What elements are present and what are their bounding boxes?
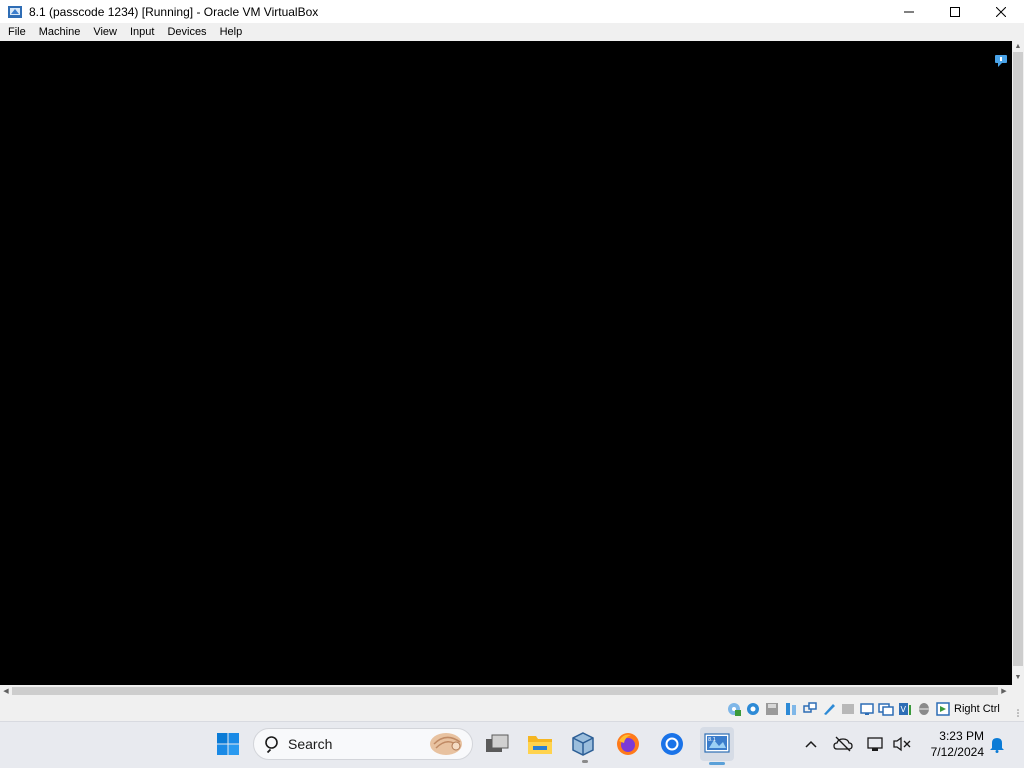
hard-disk-icon[interactable] [859, 701, 875, 717]
menu-view[interactable]: View [88, 23, 122, 41]
maximize-button[interactable] [932, 0, 978, 23]
file-explorer-icon [528, 736, 552, 754]
file-explorer-button[interactable] [523, 727, 557, 761]
optical-drive-icon[interactable] [726, 701, 742, 717]
maximize-icon [950, 6, 960, 17]
chrome-button[interactable] [655, 727, 689, 761]
minimize-icon [904, 11, 914, 12]
menubar: File Machine View Input Devices Help [0, 23, 1024, 41]
scroll-down-arrow-icon[interactable]: ▼ [1012, 672, 1024, 683]
task-view-icon [486, 734, 509, 752]
search-icon [265, 736, 278, 753]
window-titlebar[interactable]: 8.1 (passcode 1234) [Running] - Oracle V… [0, 0, 1024, 23]
task-view-button[interactable] [480, 727, 514, 761]
status-indicators: V [726, 701, 951, 717]
clock-date: 7/12/2024 [930, 745, 984, 759]
horizontal-scroll-thumb[interactable] [12, 687, 998, 695]
vertical-scroll-thumb[interactable] [1013, 52, 1023, 666]
window-title: 8.1 (passcode 1234) [Running] - Oracle V… [29, 4, 319, 19]
host-key-label[interactable]: Right Ctrl [954, 703, 1000, 715]
notification-message-icon[interactable] [994, 54, 1008, 68]
chrome-icon [661, 733, 683, 755]
firefox-button[interactable] [611, 727, 645, 761]
volume-tray-button[interactable] [887, 727, 917, 761]
search-placeholder: Search [288, 736, 333, 752]
show-hidden-icons-button[interactable] [796, 727, 826, 761]
scroll-up-arrow-icon[interactable]: ▲ [1012, 41, 1024, 52]
minimize-button[interactable] [886, 0, 932, 23]
search-highlight-shell-icon [430, 733, 462, 755]
usb-icon[interactable] [783, 701, 799, 717]
taskbar-search-box[interactable]: Search [253, 728, 473, 760]
menu-machine[interactable]: Machine [34, 23, 86, 41]
scroll-left-arrow-icon[interactable]: ◀ [0, 685, 12, 697]
menu-file[interactable]: File [3, 23, 31, 41]
clock-time: 3:23 PM [939, 729, 984, 743]
clock[interactable]: 3:23 PM 7/12/2024 [918, 728, 984, 760]
audio-icon[interactable] [745, 701, 761, 717]
start-button[interactable] [211, 727, 245, 761]
shared-folder-icon[interactable] [821, 701, 837, 717]
resize-grip-icon[interactable] [1014, 708, 1022, 718]
vm-display[interactable] [0, 41, 1012, 685]
start-icon [217, 733, 239, 755]
mouse-integration-icon[interactable] [916, 701, 932, 717]
firefox-icon [617, 733, 639, 755]
network-tray-button[interactable] [860, 727, 890, 761]
menu-input[interactable]: Input [125, 23, 159, 41]
svg-text:8.1: 8.1 [708, 737, 716, 743]
scroll-right-arrow-icon[interactable]: ▶ [998, 685, 1010, 697]
close-button[interactable] [978, 0, 1024, 23]
close-icon [996, 6, 1006, 17]
active-window-indicator [709, 762, 725, 765]
floppy-icon[interactable] [764, 701, 780, 717]
display-icon[interactable] [840, 701, 856, 717]
svg-text:V: V [901, 705, 907, 714]
recording-icon[interactable] [878, 701, 894, 717]
keyboard-capture-icon[interactable] [935, 701, 951, 717]
virtualbox-icon [572, 732, 594, 756]
chevron-up-icon [805, 740, 817, 748]
notifications-button[interactable] [986, 727, 1008, 761]
cloud-offline-icon [833, 736, 853, 752]
onedrive-button[interactable] [828, 727, 858, 761]
bell-icon [990, 738, 1004, 753]
network-icon[interactable] [802, 701, 818, 717]
virtualbox-vm-taskbar-button[interactable]: 8.1 [700, 727, 734, 761]
menu-devices[interactable]: Devices [162, 23, 211, 41]
virtualbox-vm-icon: 8.1 [704, 733, 730, 753]
virtualbox-app-icon [8, 5, 22, 18]
virtualbox-taskbar-button[interactable] [566, 727, 600, 761]
menu-help[interactable]: Help [215, 23, 248, 41]
network-ethernet-icon [867, 737, 883, 751]
running-indicator [582, 760, 588, 763]
volume-muted-icon [893, 736, 911, 752]
vt-x-icon[interactable]: V [897, 701, 913, 717]
